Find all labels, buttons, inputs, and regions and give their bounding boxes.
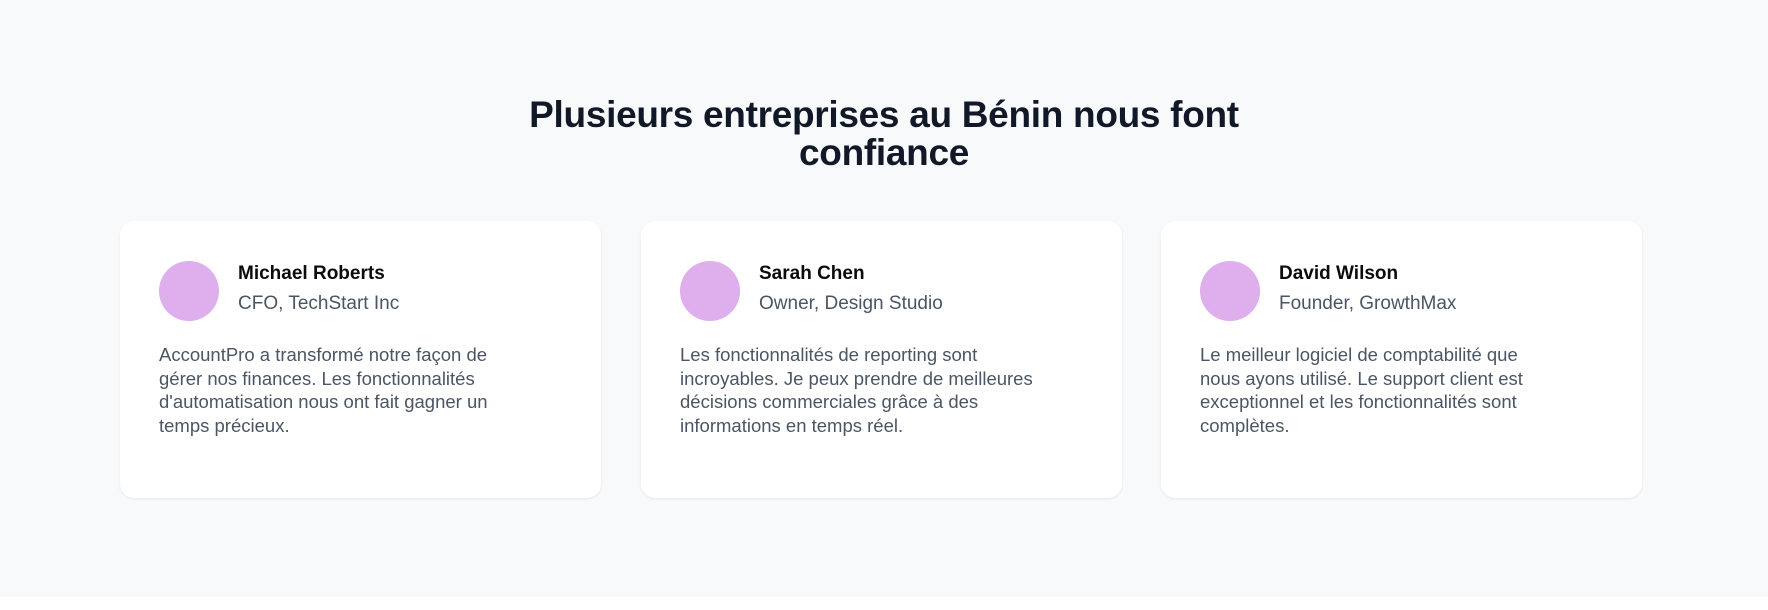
avatar xyxy=(680,261,740,321)
testimonial-card-michael-roberts: Michael Roberts CFO, TechStart Inc Accou… xyxy=(120,221,601,498)
avatar xyxy=(1200,261,1260,321)
testimonial-quote: Les fonctionnalités de reporting sont in… xyxy=(680,344,1033,436)
testimonial-author-name: Sarah Chen xyxy=(759,263,865,284)
avatar xyxy=(159,261,219,321)
testimonial-author-name: Michael Roberts xyxy=(238,263,385,284)
section-title-line-2: confiance xyxy=(798,132,969,173)
testimonial-card-david-wilson: David Wilson Founder, GrowthMax Le meill… xyxy=(1161,221,1642,498)
testimonials-section: Plusieurs entreprises au Bénin nous font… xyxy=(0,0,1768,597)
testimonial-author-role: CFO, TechStart Inc xyxy=(238,293,400,314)
testimonial-author-role: Owner, Design Studio xyxy=(759,293,943,314)
section-title-line-1: Plusieurs entreprises au Bénin nous font xyxy=(529,94,1239,135)
testimonial-author-name: David Wilson xyxy=(1279,263,1399,284)
testimonial-quote: Le meilleur logiciel de comptabilité que… xyxy=(1200,344,1523,436)
testimonial-quote: AccountPro a transformé notre façon de g… xyxy=(159,344,488,436)
testimonial-author-role: Founder, GrowthMax xyxy=(1279,293,1457,314)
testimonial-card-sarah-chen: Sarah Chen Owner, Design Studio Les fonc… xyxy=(641,221,1122,498)
section-title: Plusieurs entreprises au Bénin nous font… xyxy=(0,96,1768,172)
